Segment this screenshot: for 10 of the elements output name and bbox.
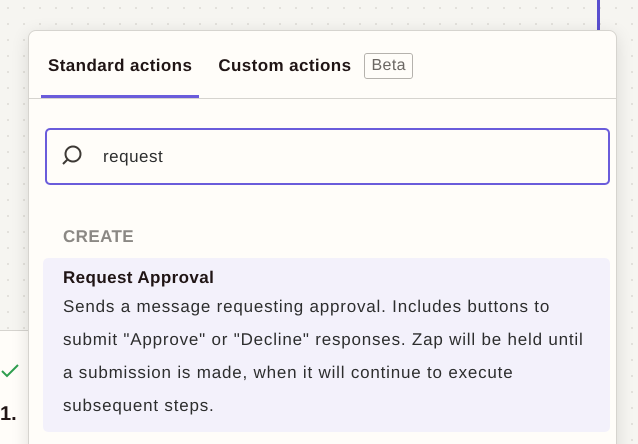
step-label: 1. bbox=[0, 403, 17, 426]
tab[interactable]: Standard actions bbox=[41, 31, 200, 98]
connector-line bbox=[597, 0, 600, 30]
result-description: Sends a message requesting approval. Includes buttons to submit "Approve" or "Decline" responses. Zap will be held until a submission is made, when it will continue to execute subsequent steps. bbox=[63, 296, 585, 417]
tab[interactable]: Custom actions bbox=[211, 31, 358, 98]
result-title: Request Approval bbox=[63, 267, 216, 289]
group-heading: CREATE bbox=[62, 226, 136, 248]
check-icon bbox=[0, 363, 20, 379]
search-field[interactable]: request bbox=[45, 128, 610, 185]
beta-badge: Beta bbox=[364, 53, 413, 79]
